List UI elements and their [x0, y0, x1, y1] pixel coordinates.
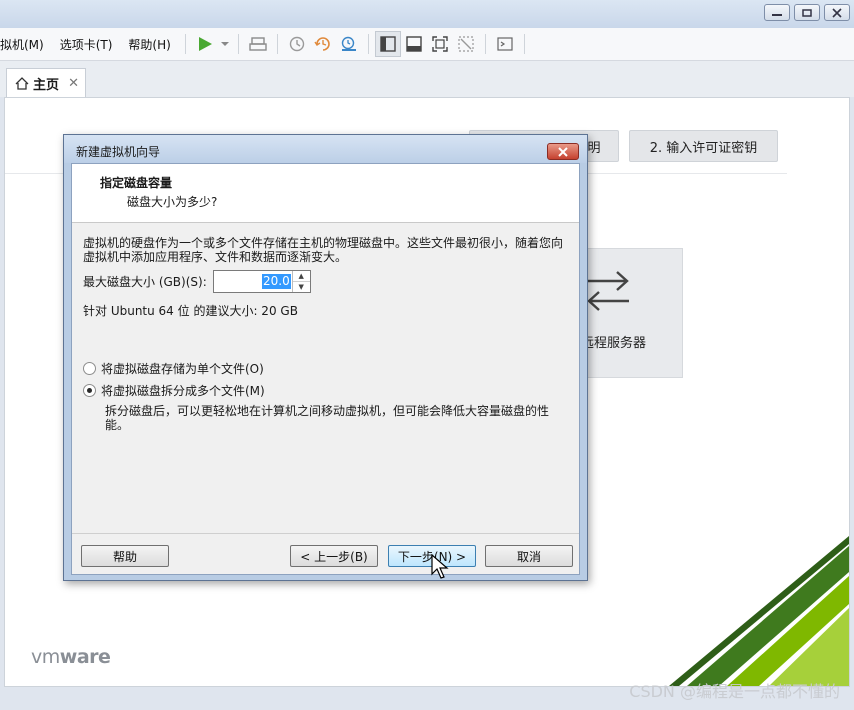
unity-icon	[458, 36, 474, 52]
toolbar-separator	[237, 34, 239, 54]
tab-close-button[interactable]: ✕	[68, 76, 79, 91]
power-on-button[interactable]	[192, 31, 218, 57]
chevron-down-icon	[220, 42, 229, 46]
dialog-body: 指定磁盘容量 磁盘大小为多少? 虚拟机的硬盘作为一个或多个文件存储在主机的物理磁…	[71, 163, 580, 575]
revert-snapshot-button[interactable]	[310, 31, 336, 57]
minimize-button[interactable]	[764, 4, 790, 21]
console-view-button[interactable]	[492, 31, 518, 57]
revert-clock-icon	[314, 37, 330, 51]
step-subtitle: 磁盘大小为多少?	[127, 195, 218, 209]
option-split-files[interactable]: 将虚拟磁盘拆分成多个文件(M)	[83, 382, 265, 399]
menu-tabs[interactable]: 选项卡(T)	[60, 36, 113, 53]
restore-icon	[802, 8, 812, 17]
toolbar-separator	[184, 34, 186, 54]
restore-button[interactable]	[794, 4, 820, 21]
spin-up-button[interactable]: ▲	[293, 271, 310, 281]
full-screen-icon	[432, 36, 448, 52]
vmware-logo-light: vm	[31, 646, 60, 668]
window-close-button[interactable]	[824, 4, 850, 21]
thumbnail-bar-button[interactable]	[401, 31, 427, 57]
tab-home-label: 主页	[33, 77, 60, 93]
vmware-logo-bold: ware	[59, 646, 111, 668]
minimize-icon	[772, 13, 782, 16]
vmware-green-stripes	[669, 536, 849, 686]
home-icon	[15, 76, 29, 90]
dialog-title: 新建虚拟机向导	[76, 145, 161, 159]
thumbnail-bar-icon	[406, 36, 422, 52]
watermark-text: CSDN @编程是一点都不懂的	[629, 682, 840, 701]
power-dropdown[interactable]	[218, 31, 232, 57]
spinner-arrows: ▲ ▼	[291, 271, 310, 292]
toolbar-separator	[523, 34, 525, 54]
window-titlebar	[0, 0, 854, 28]
spin-down-button[interactable]: ▼	[292, 281, 310, 292]
enter-license-label: 2. 输入许可证密钥	[649, 140, 758, 156]
library-panel-icon	[380, 36, 396, 52]
step-title: 指定磁盘容量	[100, 176, 173, 190]
mouse-cursor-icon	[431, 554, 449, 579]
back-button[interactable]: < 上一步(B)	[290, 545, 378, 567]
disk-size-spinner[interactable]: 20.0 ▲ ▼	[212, 270, 311, 293]
keyboard-icon	[249, 37, 267, 51]
vmware-logo: vmware	[31, 646, 111, 668]
snapshot-clock-icon	[289, 36, 305, 52]
tab-home[interactable]: 主页 ✕	[6, 68, 86, 97]
window-controls	[764, 4, 850, 21]
recommended-size-text: 针对 Ubuntu 64 位 的建议大小: 20 GB	[83, 304, 298, 318]
show-library-button[interactable]	[374, 31, 401, 57]
disk-size-selected-text: 20.0	[262, 274, 291, 289]
radio-split-files[interactable]	[83, 384, 96, 397]
toolbar-separator	[276, 34, 278, 54]
connect-button-label: 明	[587, 140, 601, 156]
play-icon	[198, 37, 212, 51]
dialog-close-button[interactable]	[547, 143, 579, 160]
send-ctrl-alt-del-button[interactable]	[245, 31, 271, 57]
menu-vm[interactable]: 拟机(M)	[0, 36, 44, 53]
menu-toolbar: 拟机(M) 选项卡(T) 帮助(H)	[0, 28, 854, 61]
split-description: 拆分磁盘后，可以更轻松地在计算机之间移动虚拟机，但可能会降低大容量磁盘的性能。	[105, 404, 550, 432]
menu-help[interactable]: 帮助(H)	[128, 36, 170, 53]
full-screen-button[interactable]	[427, 31, 453, 57]
option-split-files-label: 将虚拟磁盘拆分成多个文件(M)	[101, 384, 265, 398]
dialog-button-bar: 帮助 < 上一步(B) 下一步(N) > 取消	[72, 533, 579, 575]
terminal-icon	[497, 37, 513, 51]
close-icon	[832, 7, 842, 18]
disk-size-label: 最大磁盘大小 (GB)(S):	[83, 275, 207, 289]
snapshot-button[interactable]	[284, 31, 310, 57]
disk-size-row: 最大磁盘大小 (GB)(S): 20.0 ▲ ▼	[83, 270, 311, 293]
cancel-button[interactable]: 取消	[485, 545, 573, 567]
unity-button[interactable]	[453, 31, 479, 57]
help-button[interactable]: 帮助	[81, 545, 169, 567]
snapshot-manager-button[interactable]	[336, 31, 362, 57]
wizard-step-header: 指定磁盘容量 磁盘大小为多少?	[72, 164, 579, 223]
enter-license-button[interactable]: 2. 输入许可证密钥	[629, 130, 778, 162]
toolbar-separator	[367, 34, 369, 54]
radio-single-file[interactable]	[83, 362, 96, 375]
close-icon	[558, 146, 568, 157]
option-single-file-label: 将虚拟磁盘存储为单个文件(O)	[101, 362, 264, 376]
option-single-file[interactable]: 将虚拟磁盘存储为单个文件(O)	[83, 360, 264, 377]
dialog-titlebar[interactable]: 新建虚拟机向导	[64, 135, 587, 163]
disk-description: 虚拟机的硬盘作为一个或多个文件存储在主机的物理磁盘中。这些文件最初很小，随着您向…	[83, 236, 564, 264]
tab-strip: 主页 ✕	[0, 61, 854, 97]
snapshot-manager-icon	[341, 36, 356, 51]
toolbar-separator	[484, 34, 486, 54]
swap-arrows-icon	[587, 271, 629, 311]
remote-server-label: 远程服务器	[581, 336, 647, 351]
new-vm-wizard-dialog: 新建虚拟机向导 指定磁盘容量 磁盘大小为多少? 虚拟机的硬盘作为一个或多个文件存…	[63, 134, 588, 581]
